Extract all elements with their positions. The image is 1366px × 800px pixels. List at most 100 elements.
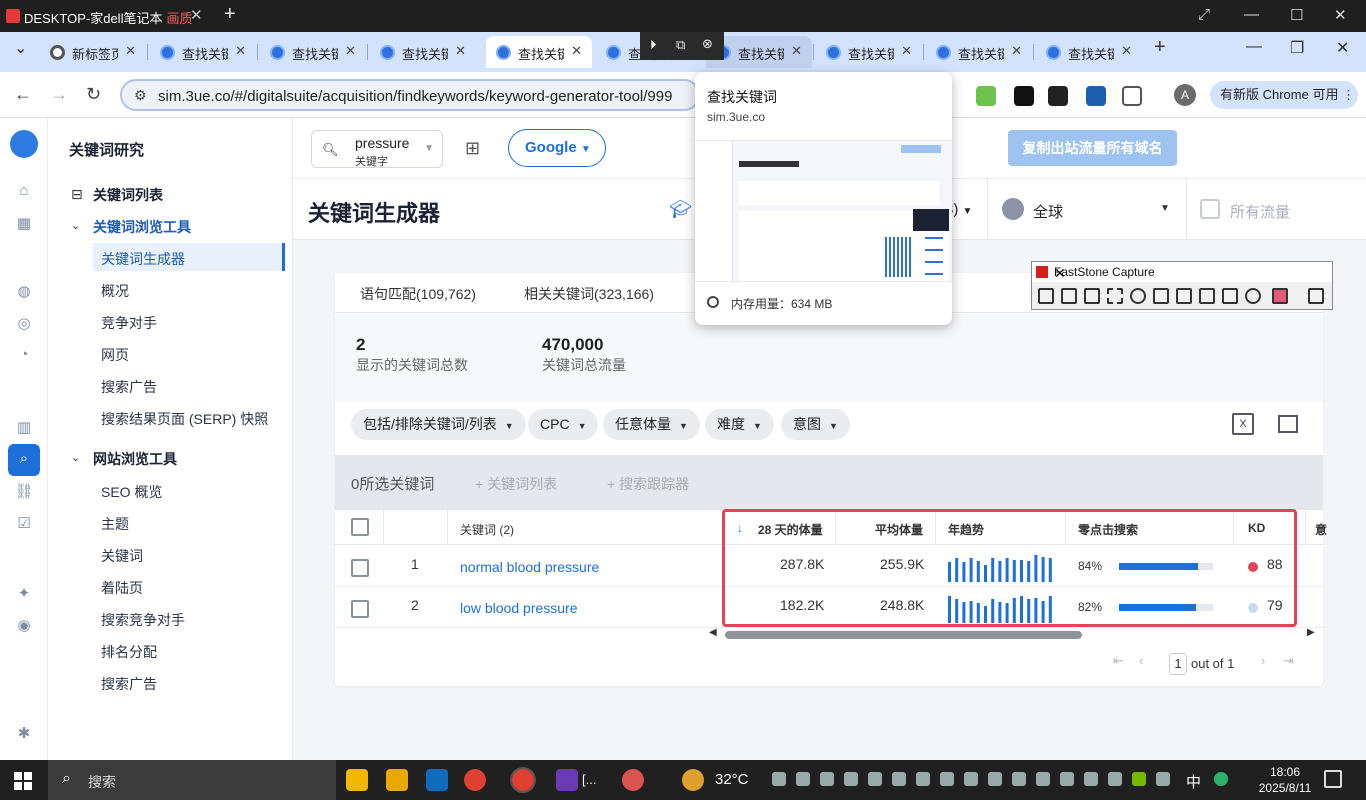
compare-icon[interactable]: ⊞: [465, 138, 480, 159]
address-url[interactable]: sim.3ue.co/#/digitalsuite/acquisition/fi…: [158, 88, 672, 105]
sidebar-item-serp-snapshot[interactable]: 搜索结果页面 (SERP) 快照: [101, 409, 268, 429]
table-row[interactable]: 1 normal blood pressure 287.8K 255.9K 84…: [335, 546, 1323, 587]
maximize-button[interactable]: ☐: [1290, 6, 1303, 24]
open-folder-icon[interactable]: [1038, 288, 1054, 304]
tray-icon[interactable]: [772, 772, 786, 786]
extension-grid-icon[interactable]: [976, 86, 996, 106]
home-icon[interactable]: ⌂: [14, 182, 34, 202]
site-info-icon[interactable]: ⚙: [134, 87, 147, 104]
add-to-keyword-list-button[interactable]: + 关键词列表: [475, 474, 557, 494]
screen-icon[interactable]: ⧉: [676, 37, 685, 53]
tray-icon[interactable]: [844, 772, 858, 786]
market-icon[interactable]: ◎: [14, 314, 34, 334]
battery-icon[interactable]: [1012, 772, 1026, 786]
app-icon[interactable]: [622, 769, 644, 791]
outlook-icon[interactable]: [426, 769, 448, 791]
extension-s-icon[interactable]: [1086, 86, 1106, 106]
nvidia-icon[interactable]: [1132, 772, 1146, 786]
scrollbar-thumb[interactable]: [725, 631, 1082, 639]
next-page-button[interactable]: ›: [1261, 653, 1265, 668]
sidebar-item-keyword-generator[interactable]: 关键词生成器: [101, 249, 185, 269]
page-input[interactable]: 1: [1169, 653, 1187, 675]
app-icon[interactable]: [556, 769, 578, 791]
tray-icon[interactable]: [796, 772, 810, 786]
browser-tab[interactable]: 查找关键词 ✕: [486, 36, 592, 68]
faststone-close-button[interactable]: ✕: [1054, 265, 1326, 282]
academy-icon[interactable]: 🎓︎: [669, 199, 692, 220]
profile-avatar[interactable]: A: [1174, 84, 1196, 106]
scroll-right-icon[interactable]: ▶: [1307, 627, 1315, 638]
sort-desc-icon[interactable]: ↓: [737, 521, 743, 535]
output-destination-icon[interactable]: [1272, 288, 1288, 304]
window-title-close-icon[interactable]: ✕: [190, 6, 203, 24]
col-zero-click[interactable]: 零点击搜索: [1078, 521, 1138, 538]
keyword-value[interactable]: pressure: [355, 135, 409, 151]
browser-tab[interactable]: 查找关键词 ✕: [1036, 36, 1142, 68]
address-bar[interactable]: ⚙ sim.3ue.co/#/digitalsuite/acquisition/…: [120, 79, 700, 111]
taskbar-search[interactable]: ⌕ 搜索: [48, 760, 336, 800]
browser-tab[interactable]: 查找关键词 ✕: [260, 36, 366, 68]
close-tab-icon[interactable]: ✕: [345, 43, 356, 59]
store-app-icon[interactable]: [346, 769, 368, 791]
extension-badge-icon[interactable]: [1014, 86, 1034, 106]
weather-icon[interactable]: [682, 769, 704, 791]
col-avg-volume[interactable]: 平均体量: [875, 521, 923, 538]
eye-icon[interactable]: ◉: [14, 616, 34, 636]
close-tab-icon[interactable]: ✕: [571, 43, 582, 59]
capture-fullscreen-icon[interactable]: [1153, 288, 1169, 304]
capture-region-icon[interactable]: [1107, 288, 1123, 304]
app-window-label[interactable]: [...: [582, 772, 596, 787]
chevron-down-icon[interactable]: ▼: [424, 143, 434, 154]
sidebar-item-search-ads[interactable]: 搜索广告: [101, 377, 157, 397]
close-tab-icon[interactable]: ✕: [1121, 43, 1132, 59]
screen-record-icon[interactable]: [1222, 288, 1238, 304]
filter-cpc[interactable]: CPC ▼: [528, 409, 599, 440]
prev-page-button[interactable]: ‹: [1139, 653, 1143, 668]
close-tab-icon[interactable]: ✕: [125, 43, 136, 59]
volume-icon[interactable]: [1036, 772, 1050, 786]
tray-icon[interactable]: [1108, 772, 1122, 786]
bar-chart-icon[interactable]: ▥: [14, 418, 34, 438]
table-columns-icon[interactable]: [1278, 415, 1298, 433]
tray-icon[interactable]: [1084, 772, 1098, 786]
sidebar-item-seo-overview[interactable]: SEO 概览: [101, 482, 162, 502]
chrome-active-app-icon[interactable]: [510, 767, 536, 793]
sidebar-item-competitors[interactable]: 竞争对手: [101, 313, 157, 333]
keyword-link[interactable]: low blood pressure: [460, 600, 578, 616]
stop-icon[interactable]: ⊗: [702, 36, 713, 52]
checklist-icon[interactable]: ☑: [14, 514, 34, 534]
wifi-icon[interactable]: [1060, 772, 1074, 786]
row-checkbox[interactable]: [351, 559, 369, 577]
keyboard-icon[interactable]: [1156, 772, 1170, 786]
col-volume-28d[interactable]: 28 天的体量: [758, 521, 823, 538]
capture-freehand-icon[interactable]: [1130, 288, 1146, 304]
tray-icon[interactable]: [892, 772, 906, 786]
url-extension-icon[interactable]: [1048, 86, 1068, 106]
chrome-update-button[interactable]: 有新版 Chrome 可用 ⋮: [1210, 81, 1358, 109]
chevron-down-icon[interactable]: ▼: [1160, 203, 1170, 214]
last-page-button[interactable]: ⇥: [1283, 653, 1294, 669]
tray-app-icon[interactable]: [1214, 772, 1228, 786]
chevron-down-icon[interactable]: ⌄: [71, 219, 80, 232]
tray-icon[interactable]: [916, 772, 930, 786]
sidebar-item-topics[interactable]: 主题: [101, 514, 129, 534]
keyword-search-box[interactable]: 🔍︎ pressure 关键字 ▼: [311, 130, 443, 168]
chrome-app-icon[interactable]: [464, 769, 486, 791]
sidebar-item-search-ads-2[interactable]: 搜索广告: [101, 674, 157, 694]
link-icon[interactable]: ⛓: [14, 482, 34, 502]
settings-icon[interactable]: [1308, 288, 1324, 304]
capture-fixed-region-icon[interactable]: [1199, 288, 1215, 304]
row-checkbox[interactable]: [351, 600, 369, 618]
forward-button[interactable]: →: [50, 84, 68, 105]
more-menu-icon[interactable]: ⋮: [1342, 87, 1355, 102]
close-tab-icon[interactable]: ✕: [901, 43, 912, 59]
sidebar-item-keywords[interactable]: 关键词: [101, 546, 143, 566]
sidebar-item-pages[interactable]: 网页: [101, 345, 129, 365]
copy-outbound-domains-button[interactable]: 复制出站流量所有域名: [1008, 130, 1177, 166]
browser-tab[interactable]: 新标签页 ✕: [40, 36, 146, 68]
restore-icon[interactable]: ❐: [1290, 38, 1304, 58]
filter-include-exclude[interactable]: 包括/排除关键词/列表 ▼: [351, 409, 526, 440]
apps-grid-icon[interactable]: ▦: [14, 214, 34, 234]
new-tab-button[interactable]: +: [1154, 36, 1166, 59]
clock[interactable]: 18:06 2025/8/11: [1250, 764, 1320, 796]
